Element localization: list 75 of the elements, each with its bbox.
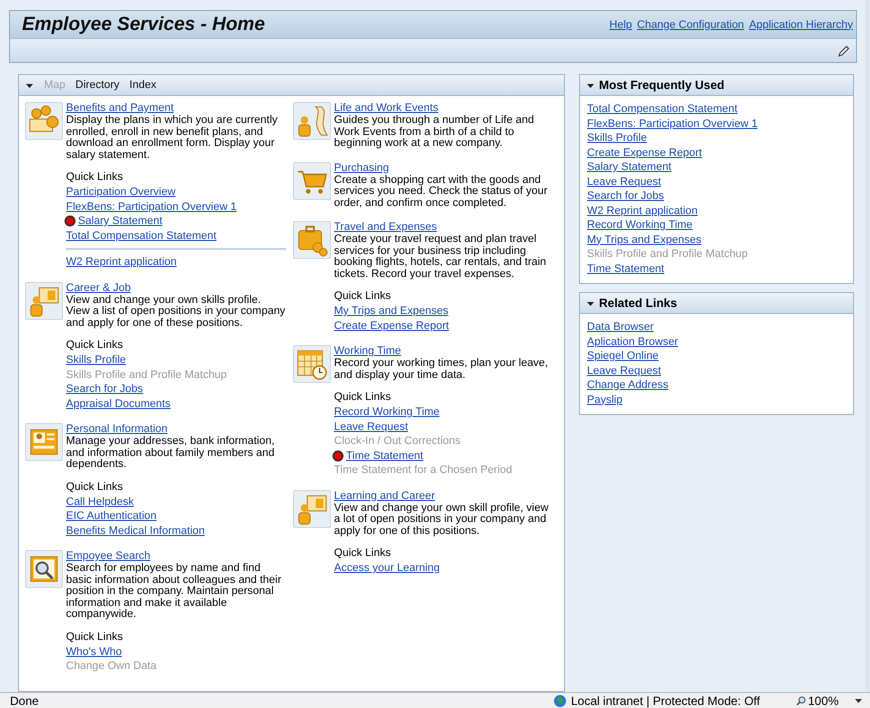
link[interactable]: Search for Jobs bbox=[587, 189, 664, 204]
link[interactable]: FlexBens: Participation Overview 1 bbox=[587, 116, 758, 131]
service-title-link[interactable]: Empoyee Search bbox=[66, 550, 150, 562]
link[interactable]: Who's Who bbox=[66, 644, 122, 659]
service-title-link[interactable]: Purchasing bbox=[334, 162, 390, 174]
link[interactable]: W2 Reprint application bbox=[587, 204, 698, 218]
link[interactable]: Skills Profile bbox=[587, 131, 647, 146]
quick-links-label: Quick Links bbox=[66, 480, 123, 492]
link[interactable]: Aplication Browser bbox=[587, 334, 678, 349]
service-title-link[interactable]: Personal Information bbox=[66, 423, 168, 435]
dropdown-caret-icon[interactable] bbox=[855, 699, 862, 703]
service-title-link[interactable]: Learning and Career bbox=[334, 490, 435, 502]
link[interactable]: My Trips and Expenses bbox=[334, 304, 448, 318]
header-link[interactable]: Change Configuration bbox=[637, 18, 744, 30]
link[interactable]: Call Helpdesk bbox=[66, 494, 134, 509]
header-link[interactable]: Application Hierarchy bbox=[749, 18, 853, 30]
pencil-icon[interactable] bbox=[838, 44, 850, 56]
link[interactable]: Leave Request bbox=[587, 174, 661, 189]
link[interactable]: Participation Overview bbox=[66, 185, 176, 200]
quick-links-label: Quick Links bbox=[66, 630, 123, 642]
link[interactable]: Benefits Medical Information bbox=[66, 524, 205, 538]
service-title-link[interactable]: Travel and Expenses bbox=[334, 221, 437, 233]
link[interactable]: Appraisal Documents bbox=[66, 396, 171, 411]
link[interactable]: Spiegel Online bbox=[587, 349, 659, 364]
service-title-link[interactable]: Benefits and Payment bbox=[66, 102, 174, 114]
link[interactable]: Leave Request bbox=[334, 420, 408, 434]
link[interactable]: FlexBens: Participation Overview 1 bbox=[66, 200, 237, 214]
security-zone-text: Local intranet | Protected Mode: Off bbox=[571, 694, 760, 708]
service-description: Display the plans in which you are currently enrolled, enroll in new benefit plans, and download an enrollment form. Display your salary statement. bbox=[66, 115, 279, 161]
link[interactable]: Salary Statement bbox=[78, 214, 162, 228]
header-link[interactable]: Help bbox=[609, 18, 632, 30]
quick-links-label: Quick Links bbox=[334, 547, 391, 559]
link[interactable]: Leave Request bbox=[587, 364, 661, 378]
service-description: Record your working times, plan your leave, and display your time data. bbox=[334, 358, 549, 381]
service-title-link[interactable]: Career & Job bbox=[66, 282, 131, 294]
link[interactable]: Record Working Time bbox=[587, 218, 693, 232]
service-description: Create a shopping cart with the goods and services you need. Check the status of your order, and confirm once completed. bbox=[334, 174, 548, 209]
service-description: View and change your own skill profile, view a lot of open positions in your company and apply for one of this positions. bbox=[334, 502, 550, 537]
service-description: View and change your own skills profile. View a list of open positions in your company and apply for one of these positions. bbox=[66, 294, 286, 329]
zoom-icon[interactable] bbox=[796, 696, 806, 706]
link[interactable]: Total Compensation Statement bbox=[587, 102, 738, 116]
service-description: Guides you through a number of Life and Work Events from a birth of a child to beginning work at a new company. bbox=[334, 115, 535, 150]
status-text: Done bbox=[10, 694, 39, 708]
link[interactable]: Skills Profile bbox=[66, 353, 126, 368]
globe-icon bbox=[553, 694, 567, 708]
link[interactable]: EIC Authentication bbox=[66, 509, 157, 524]
link[interactable]: Record Working Time bbox=[334, 405, 440, 420]
link[interactable]: Time Statement bbox=[587, 262, 664, 276]
service-description: Manage your addresses, bank information, and information about family members and dependents. bbox=[66, 436, 276, 470]
link[interactable]: Time Statement bbox=[346, 448, 424, 463]
service-title-link[interactable]: Life and Work Events bbox=[334, 102, 438, 114]
view-tab[interactable]: Index bbox=[129, 79, 156, 91]
link[interactable]: Total Compensation Statement bbox=[66, 228, 216, 243]
link[interactable]: My Trips and Expenses bbox=[587, 232, 702, 247]
quick-links-label: Quick Links bbox=[66, 339, 123, 351]
zoom-level[interactable]: 100% bbox=[808, 694, 839, 708]
link[interactable]: Access your Learning bbox=[334, 561, 440, 576]
view-tab[interactable]: Directory bbox=[75, 79, 120, 91]
link[interactable]: Payslip bbox=[587, 392, 622, 407]
link[interactable]: Create Expense Report bbox=[587, 146, 702, 160]
quick-links-label: Quick Links bbox=[334, 290, 391, 302]
service-description: Search for employees by name and find basic information about colleagues and their position in the company. Maintain personal information and make it available companywide. bbox=[66, 563, 282, 620]
link[interactable]: Salary Statement bbox=[587, 160, 672, 174]
quick-links-label: Quick Links bbox=[66, 171, 123, 183]
quick-links-label: Quick Links bbox=[334, 391, 391, 403]
page-title: Employee Services - Home bbox=[22, 14, 265, 36]
link[interactable]: Change Address bbox=[587, 378, 668, 392]
link[interactable]: Data Browser bbox=[587, 320, 654, 334]
panel-title: Related Links bbox=[599, 296, 678, 310]
link[interactable]: Create Expense Report bbox=[334, 318, 449, 333]
link[interactable]: Search for Jobs bbox=[66, 382, 144, 396]
link[interactable]: W2 Reprint application bbox=[66, 255, 177, 270]
panel-title: Most Frequently Used bbox=[599, 78, 724, 92]
service-description: Create your travel request and plan travel services for your business trip including booking flights, hotels, car rentals, and train tickets. Record your travel expenses. bbox=[334, 234, 548, 280]
service-title-link[interactable]: Working Time bbox=[334, 345, 402, 357]
